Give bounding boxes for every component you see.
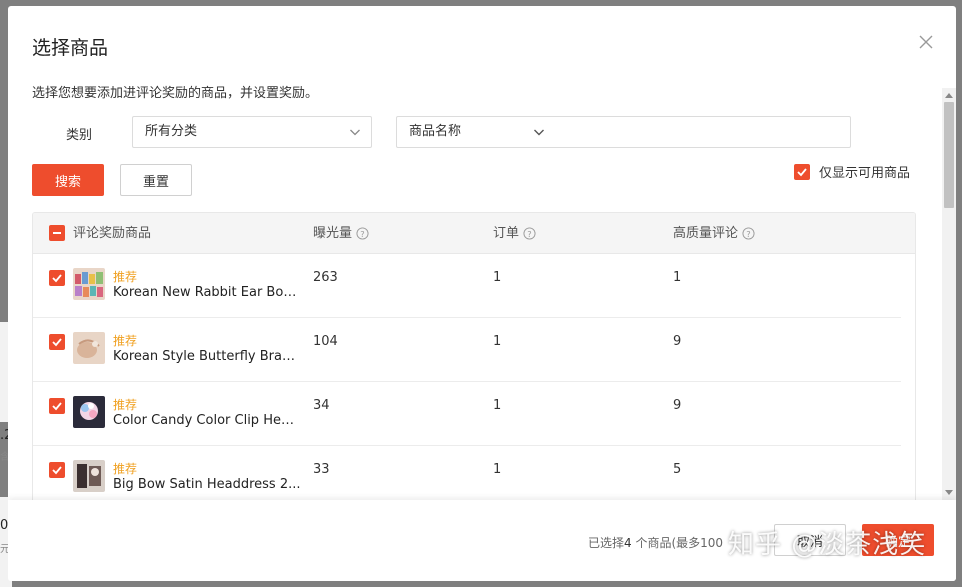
recommended-tag: 推荐: [113, 462, 138, 476]
table-row[interactable]: 推荐 Korean Style Butterfly Brac... 104 1 …: [33, 318, 901, 382]
product-name: Color Candy Color Clip Hea...: [113, 413, 301, 428]
cancel-button[interactable]: 取消: [774, 524, 846, 556]
selected-count: 4: [624, 536, 632, 550]
checkmark-icon: [52, 338, 62, 347]
quality-reviews-value: 5: [673, 462, 682, 477]
quality-reviews-value: 1: [673, 270, 682, 285]
product-name: Big Bow Satin Headdress 2...: [113, 477, 301, 492]
chevron-down-icon: [534, 129, 544, 136]
row-checkbox[interactable]: [49, 270, 65, 286]
column-header-product: 评论奖励商品: [73, 225, 152, 241]
search-field-select[interactable]: 商品名称: [396, 116, 556, 148]
select-products-dialog: 选择商品 选择您想要添加进评论奖励的商品，并设置奖励。 类别 所有分类 商品名称…: [8, 6, 956, 581]
column-header-orders: 订单 ?: [493, 213, 536, 254]
checkmark-icon: [797, 167, 807, 176]
exposure-value: 33: [313, 462, 330, 477]
product-table: 评论奖励商品 曝光量 ? 订单 ? 高质量评论 ? 推荐 Korean New …: [32, 212, 916, 512]
only-available-checkbox[interactable]: [794, 163, 810, 180]
dialog-title: 选择商品: [32, 37, 109, 59]
row-checkbox[interactable]: [49, 462, 65, 478]
column-header-exposure: 曝光量 ?: [313, 213, 369, 254]
table-row[interactable]: 推荐 Color Candy Color Clip Hea... 34 1 9: [33, 382, 901, 446]
help-icon[interactable]: ?: [356, 227, 369, 240]
help-icon[interactable]: ?: [742, 227, 755, 240]
table-header: 评论奖励商品 曝光量 ? 订单 ? 高质量评论 ?: [33, 213, 915, 254]
scroll-up-icon[interactable]: [945, 93, 953, 98]
scrollbar-thumb[interactable]: [944, 102, 954, 208]
product-name: Korean Style Butterfly Brac...: [113, 349, 301, 364]
help-icon[interactable]: ?: [523, 227, 536, 240]
product-thumbnail: [73, 332, 105, 364]
only-available-toggle[interactable]: 仅显示可用商品: [794, 162, 910, 181]
row-checkbox[interactable]: [49, 398, 65, 414]
svg-text:?: ?: [746, 229, 750, 239]
exposure-value: 263: [313, 270, 338, 285]
table-row[interactable]: 推荐 Korean New Rabbit Ear Bow... 263 1 1: [33, 254, 901, 318]
close-icon[interactable]: [916, 32, 936, 52]
confirm-button[interactable]: 确定: [862, 524, 934, 556]
dialog-footer: 已选择4 个商品(最多100 取消 确定: [8, 500, 956, 581]
category-select[interactable]: 所有分类: [132, 116, 372, 148]
checkmark-icon: [52, 274, 62, 283]
svg-text:?: ?: [527, 229, 531, 239]
chevron-down-icon: [350, 129, 360, 136]
column-header-quality-reviews: 高质量评论 ?: [673, 213, 755, 254]
dialog-description: 选择您想要添加进评论奖励的商品，并设置奖励。: [32, 86, 319, 101]
checkmark-icon: [52, 402, 62, 411]
search-input[interactable]: [555, 116, 851, 148]
product-thumbnail: [73, 268, 105, 300]
reset-button[interactable]: 重置: [120, 164, 192, 196]
product-thumbnail: [73, 460, 105, 492]
product-name: Korean New Rabbit Ear Bow...: [113, 285, 301, 300]
scroll-down-icon[interactable]: [945, 490, 953, 495]
recommended-tag: 推荐: [113, 398, 138, 412]
only-available-label: 仅显示可用商品: [819, 166, 911, 181]
orders-value: 1: [493, 398, 502, 413]
recommended-tag: 推荐: [113, 270, 138, 284]
category-label: 类别: [66, 128, 93, 143]
selection-summary: 已选择4 个商品(最多100: [588, 536, 724, 550]
search-button[interactable]: 搜索: [32, 164, 104, 196]
quality-reviews-value: 9: [673, 398, 682, 413]
quality-reviews-value: 9: [673, 334, 682, 349]
recommended-tag: 推荐: [113, 334, 138, 348]
search-field-value: 商品名称: [409, 124, 462, 139]
svg-text:?: ?: [360, 229, 364, 239]
checkmark-icon: [52, 466, 62, 475]
row-checkbox[interactable]: [49, 334, 65, 350]
select-all-checkbox[interactable]: [49, 225, 65, 241]
orders-value: 1: [493, 334, 502, 349]
category-select-value: 所有分类: [145, 124, 198, 139]
exposure-value: 34: [313, 398, 330, 413]
orders-value: 1: [493, 462, 502, 477]
exposure-value: 104: [313, 334, 338, 349]
product-thumbnail: [73, 396, 105, 428]
orders-value: 1: [493, 270, 502, 285]
dialog-scrollbar[interactable]: [942, 88, 956, 500]
